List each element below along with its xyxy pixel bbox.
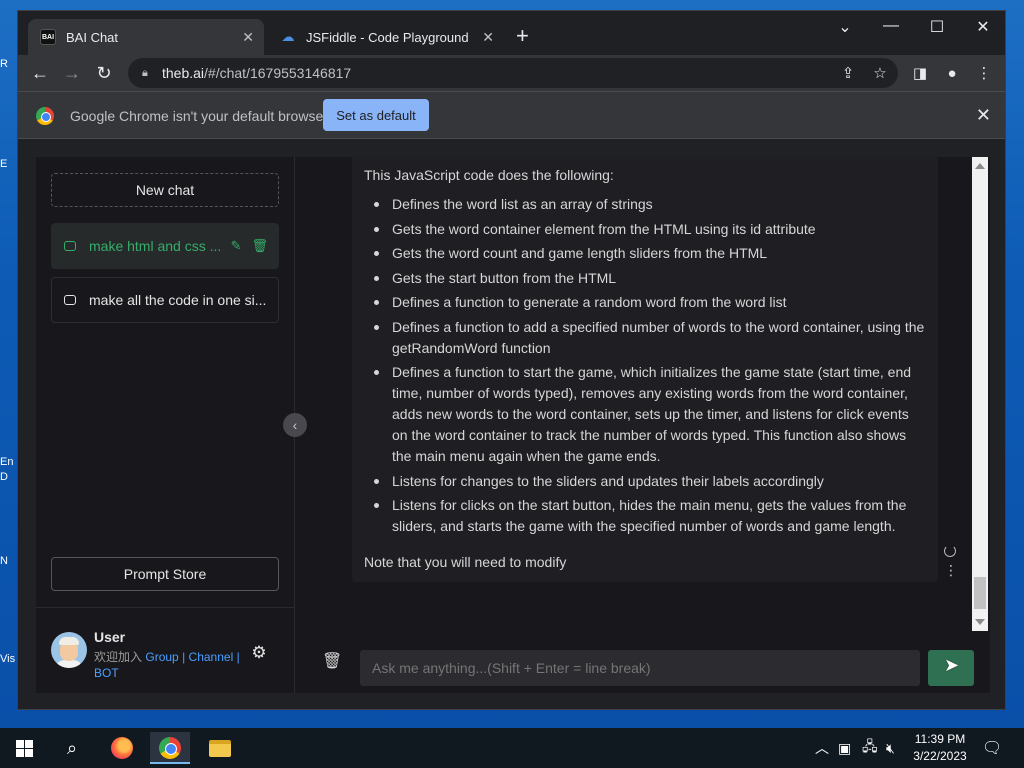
input-row: 🗑︎ ➤ [296,631,990,693]
set-as-default-button[interactable]: Set as default [323,99,429,131]
notifications-icon[interactable]: 🗨︎ [982,728,1002,768]
scroll-thumb[interactable] [974,577,986,609]
send-button[interactable]: ➤ [928,650,974,686]
close-tab-icon[interactable]: ✕ [482,29,494,46]
desktop-icon-label[interactable]: N [0,555,16,567]
collapse-sidebar-button[interactable]: ‹ [283,413,307,437]
tab-strip: BAI BAI Chat ✕ ☁ JSFiddle - Code Playgro… [18,11,1005,55]
tab-title: JSFiddle - Code Playground [306,29,469,45]
forward-arrow-icon[interactable]: → [60,61,84,85]
scrollbar[interactable] [972,157,988,631]
show-hidden-icons-chevron-icon[interactable]: ︿ [815,728,829,768]
user-panel: User 欢迎加入 Group | Channel | BOT ⚙ [36,607,295,693]
more-options-icon[interactable]: ⋮ [944,563,958,577]
chat-bubble-icon [64,295,76,305]
chat-title: make html and css ... [89,238,222,254]
channel-link[interactable]: Channel [189,650,234,664]
message-outro: Note that you will need to modify [364,554,567,570]
tray-app-icon[interactable]: ▣ [838,728,851,768]
infobar-message: Google Chrome isn't your default browser [70,108,328,124]
tab-title: BAI Chat [66,29,119,45]
close-window-button[interactable]: ✕ [968,17,998,37]
list-item: Gets the word container element from the… [374,219,926,240]
prompt-store-button[interactable]: Prompt Store [51,557,279,591]
new-chat-button[interactable]: New chat [51,173,279,207]
list-item: Defines a function to start the game, wh… [374,362,926,467]
list-item: Defines a function to add a specified nu… [374,317,926,359]
maximize-button[interactable]: ☐ [922,17,952,37]
tab-jsfiddle[interactable]: ☁ JSFiddle - Code Playground ✕ [268,19,504,55]
desktop-icon-label[interactable]: Vis [0,653,16,665]
chat-main: This JavaScript code does the following:… [296,157,990,693]
lock-icon: 🔒︎ [142,67,148,79]
avatar[interactable] [51,632,87,668]
mouse-cursor-icon: ➤ [944,655,960,675]
delete-icon[interactable]: 🗑︎ [251,238,268,254]
close-infobar-icon[interactable]: ✕ [976,105,991,126]
message-bullet-list: Defines the word list as an array of str… [364,194,926,537]
edit-icon[interactable]: ✎ [231,238,242,254]
close-tab-icon[interactable]: ✕ [242,29,254,46]
side-panel-icon[interactable]: ◨ [908,61,932,85]
desktop-icon-label[interactable]: E [0,158,16,170]
clear-chat-trash-icon[interactable]: 🗑︎ [322,651,342,671]
bot-link[interactable]: BOT [94,666,119,680]
default-browser-infobar: Google Chrome isn't your default browser… [18,91,1005,139]
user-name: User [94,629,126,645]
menu-kebab-icon[interactable]: ⋮ [972,61,996,85]
chat-item[interactable]: make all the code in one si... [51,277,279,323]
chat-title: make all the code in one si... [89,292,267,308]
minimize-button[interactable]: — [876,17,906,35]
new-tab-button[interactable]: + [516,25,529,47]
start-button[interactable] [4,732,44,764]
list-item: Defines the word list as an array of str… [374,194,926,215]
tab-search-icon[interactable]: ⌄ [830,17,860,37]
url-text: theb.ai/#/chat/1679553146817 [162,65,352,81]
chrome-logo-icon [36,107,54,125]
share-icon[interactable]: ⇪ [836,61,860,85]
ask-input[interactable] [360,650,920,686]
chat-item-active[interactable]: make html and css ... ✎ 🗑︎ [51,223,279,269]
sidebar: New chat make html and css ... ✎ 🗑︎ make… [36,157,295,693]
list-item: Gets the start button from the HTML [374,268,926,289]
regenerate-icon[interactable] [944,545,956,557]
chat-bubble-icon [64,241,76,251]
jsfiddle-cloud-icon: ☁ [281,29,295,44]
tab-bai-chat[interactable]: BAI BAI Chat ✕ [28,19,264,55]
list-item: Listens for clicks on the start button, … [374,495,926,537]
system-clock[interactable]: 11:39 PM 3/22/2023 [910,731,970,765]
list-item: Listens for changes to the sliders and u… [374,471,926,492]
address-bar[interactable]: 🔒︎ theb.ai/#/chat/1679553146817 [128,58,898,88]
assistant-message: This JavaScript code does the following:… [352,157,938,582]
windows-logo-icon [15,739,33,757]
volume-muted-icon[interactable]: 🔇︎ [886,728,895,768]
taskbar: ⌕ ︿ ▣ 🖧︎ 🔇︎ 11:39 PM 3/22/2023 🗨︎ [0,728,1024,768]
browser-toolbar: ← → ↻ 🔒︎ theb.ai/#/chat/1679553146817 ⇪ … [18,55,1005,91]
message-intro: This JavaScript code does the following: [364,167,614,183]
reload-icon[interactable]: ↻ [92,61,116,85]
bookmark-star-icon[interactable]: ☆ [868,61,892,85]
scroll-down-icon[interactable] [975,619,985,625]
list-item: Defines a function to generate a random … [374,292,926,313]
back-arrow-icon[interactable]: ← [28,61,52,85]
firefox-taskbar-icon[interactable] [102,732,142,764]
settings-gear-icon[interactable]: ⚙ [250,644,268,662]
file-explorer-icon[interactable] [200,732,240,764]
desktop-icon-label[interactable]: En [0,456,16,468]
chat-page: New chat make html and css ... ✎ 🗑︎ make… [36,157,990,693]
user-tagline: 欢迎加入 Group | Channel | BOT [94,650,240,680]
desktop-icon-label[interactable]: D [0,471,16,483]
profile-icon[interactable]: ● [940,61,964,85]
group-link[interactable]: Group [145,650,178,664]
scroll-up-icon[interactable] [975,163,985,169]
chevron-left-icon: ‹ [292,417,298,433]
network-icon[interactable]: 🖧︎ [862,728,878,768]
chrome-taskbar-icon[interactable] [150,732,190,764]
list-item: Gets the word count and game length slid… [374,243,926,264]
search-icon[interactable]: ⌕ [52,732,92,764]
desktop-icon-label[interactable]: R [0,58,16,70]
browser-window: BAI BAI Chat ✕ ☁ JSFiddle - Code Playgro… [17,10,1006,710]
bai-favicon-icon: BAI [40,29,56,45]
